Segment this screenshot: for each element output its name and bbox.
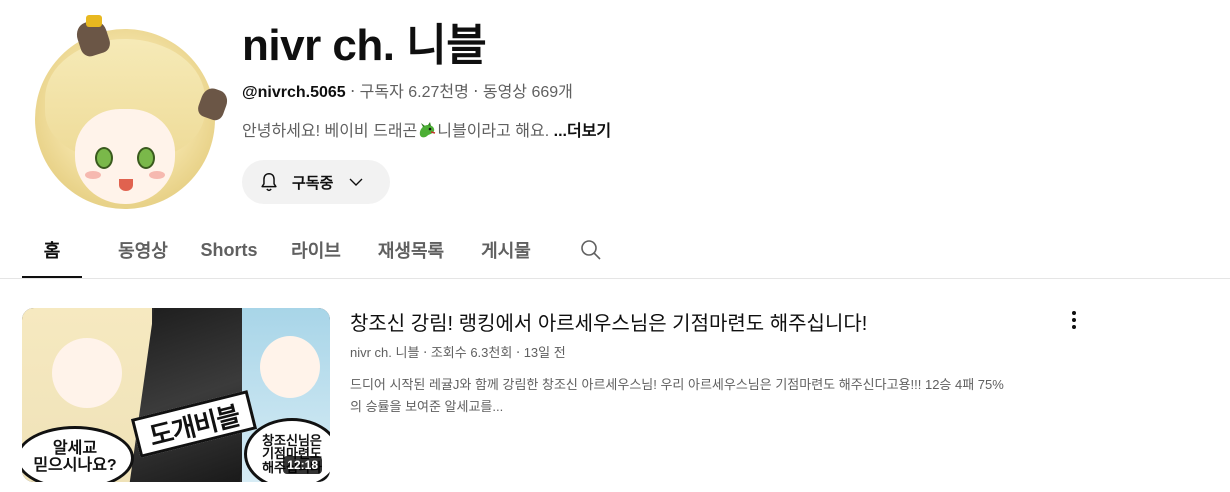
description-text: 안녕하세요! 베이비 드래곤 (242, 123, 418, 140)
video-meta: nivr ch. 니블 ‧ 조회수 6.3천회 ‧ 13일 전 (350, 343, 566, 363)
video-title[interactable]: 창조신 강림! 랭킹에서 아르세우스님은 기점마련도 해주십니다! (350, 310, 867, 338)
avatar-eye-right (137, 147, 155, 169)
video-age: 13일 전 (523, 345, 566, 360)
more-link[interactable]: ...더보기 (554, 123, 612, 140)
avatar-blush-left (85, 171, 101, 179)
dot (1072, 318, 1076, 322)
avatar-mouth (119, 179, 133, 191)
tab-home[interactable]: 홈 (22, 222, 82, 278)
channel-handle: @nivrch.5065 (242, 84, 346, 101)
bell-icon (261, 173, 277, 192)
video-description-line: 드디어 시작된 레귤J와 함께 강림한 창조신 아르세우스님! 우리 아르세우스… (350, 377, 1004, 392)
chevron-down-icon (349, 178, 363, 186)
avatar-image (35, 29, 215, 209)
subscribed-label: 구독중 (292, 174, 334, 192)
thumbnail-character-left (52, 338, 122, 408)
tab-posts[interactable]: 게시물 (477, 222, 535, 278)
channel-title: nivr ch. 니블 (242, 21, 487, 70)
channel-meta: @nivrch.5065 ‧ 구독자 6.27천명 ‧ 동영상 669개 (242, 82, 573, 104)
dot (1072, 325, 1076, 329)
avatar-blush-right (149, 171, 165, 179)
more-vert-icon[interactable] (1060, 308, 1088, 332)
video-thumbnail[interactable]: 알세교 믿으시나요? 도개비블 창조신님은 기점마련도 해주십니다 12:18 (22, 308, 330, 482)
tab-playlists[interactable]: 재생목록 (373, 222, 449, 278)
dragon-emoji-icon (420, 122, 436, 138)
video-description: 드디어 시작된 레귤J와 함께 강림한 창조신 아르세우스님! 우리 아르세우스… (350, 374, 1110, 418)
tab-videos[interactable]: 동영상 (111, 222, 175, 278)
subscriber-count: 구독자 6.27천명 (359, 84, 469, 101)
video-count: 동영상 669개 (482, 84, 573, 101)
tab-live[interactable]: 라이브 (287, 222, 345, 278)
avatar-horn-tip (86, 15, 102, 27)
meta-separator: ‧ (423, 345, 428, 360)
video-duration: 12:18 (283, 456, 322, 474)
tab-shorts[interactable]: Shorts (197, 222, 261, 278)
video-views: 조회수 6.3천회 (430, 345, 513, 360)
meta-separator: ‧ (350, 84, 356, 101)
avatar-face (75, 109, 175, 204)
channel-description[interactable]: 안녕하세요! 베이비 드래곤 니블이라고 해요. ...더보기 (242, 121, 611, 143)
subscribed-button[interactable]: 구독중 (242, 160, 390, 204)
channel-avatar (30, 15, 231, 215)
video-description-line: 의 승률을 보여준 알세교를... (350, 399, 504, 414)
thumbnail-character-right (260, 336, 320, 398)
tabs-divider (0, 278, 1230, 279)
search-icon[interactable] (579, 238, 603, 262)
video-channel-name[interactable]: nivr ch. 니블 (350, 345, 419, 360)
avatar-eye-left (95, 147, 113, 169)
channel-tabs: 홈 동영상 Shorts 라이브 재생목록 게시물 (22, 222, 603, 278)
description-text-after: 니블이라고 해요. (437, 123, 550, 140)
dot (1072, 311, 1076, 315)
meta-separator: ‧ (473, 84, 479, 101)
meta-separator: ‧ (515, 345, 521, 360)
